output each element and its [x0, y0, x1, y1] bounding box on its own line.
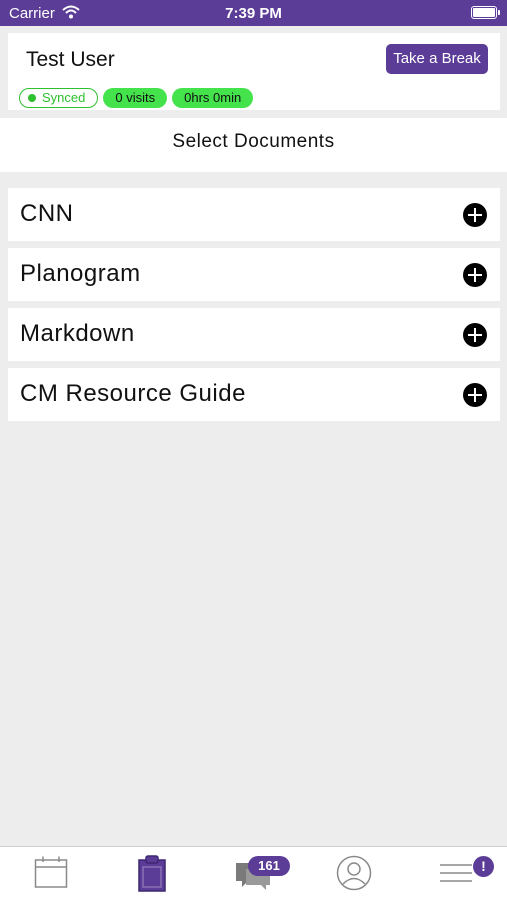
add-circle-icon[interactable] [463, 323, 487, 347]
user-header-card: Test User Take a Break Synced 0 visits 0… [8, 33, 500, 110]
battery-icon [471, 6, 500, 19]
document-label: CNN [20, 200, 74, 227]
menu-alert-badge: ! [473, 856, 494, 877]
calendar-icon [34, 856, 68, 888]
document-label: CM Resource Guide [20, 380, 246, 407]
status-time: 7:39 PM [225, 5, 282, 22]
tab-profile[interactable] [336, 855, 376, 893]
tab-calendar[interactable] [34, 855, 74, 893]
synced-label: Synced [42, 90, 86, 105]
add-circle-icon[interactable] [463, 383, 487, 407]
user-name: Test User [26, 48, 115, 71]
status-badges: Synced 0 visits 0hrs 0min [19, 88, 254, 108]
take-a-break-button[interactable]: Take a Break [386, 44, 488, 74]
status-bar: Carrier 7:39 PM [0, 0, 507, 26]
add-circle-icon[interactable] [463, 203, 487, 227]
document-item-markdown[interactable]: Markdown [8, 308, 500, 361]
document-item-cnn[interactable]: CNN [8, 188, 500, 241]
document-label: Planogram [20, 260, 141, 287]
duration-badge: 0hrs 0min [172, 88, 254, 108]
add-circle-icon[interactable] [463, 263, 487, 287]
page-title: Select Documents [0, 118, 507, 172]
synced-dot-icon [28, 94, 36, 102]
message-count-badge: 161 [248, 856, 290, 876]
document-label: Markdown [20, 320, 135, 347]
document-item-cm-resource-guide[interactable]: CM Resource Guide [8, 368, 500, 421]
synced-badge: Synced [19, 88, 99, 108]
visits-badge: 0 visits [103, 88, 168, 108]
clipboard-icon [138, 855, 166, 892]
profile-icon [336, 855, 372, 891]
document-list: CNN Planogram Markdown CM Resource Guide [8, 188, 500, 428]
document-item-planogram[interactable]: Planogram [8, 248, 500, 301]
tab-documents[interactable] [137, 855, 177, 893]
tab-menu[interactable] [439, 855, 479, 893]
bottom-tab-bar: 161 [0, 846, 507, 900]
menu-icon [440, 864, 472, 882]
